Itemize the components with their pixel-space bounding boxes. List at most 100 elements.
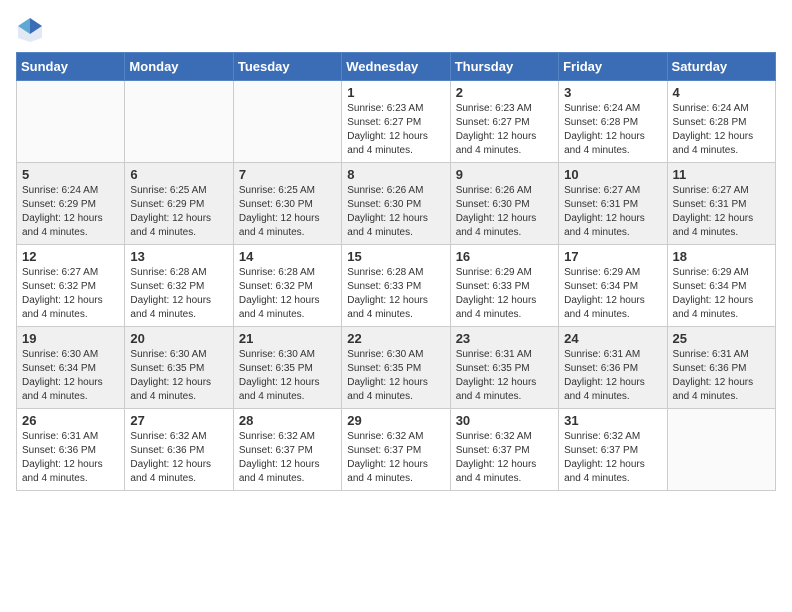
weekday-header-wednesday: Wednesday (342, 53, 450, 81)
day-number: 6 (130, 167, 227, 182)
day-info: Sunrise: 6:25 AM Sunset: 6:30 PM Dayligh… (239, 184, 336, 240)
day-number: 8 (347, 167, 444, 182)
calendar-cell: 18 Sunrise: 6:29 AM Sunset: 6:34 PM Dayli… (667, 245, 775, 327)
day-info: Sunrise: 6:29 AM Sunset: 6:33 PM Dayligh… (456, 266, 553, 322)
day-number: 26 (22, 413, 119, 428)
day-info: Sunrise: 6:28 AM Sunset: 6:33 PM Dayligh… (347, 266, 444, 322)
day-info: Sunrise: 6:32 AM Sunset: 6:37 PM Dayligh… (456, 430, 553, 486)
day-info: Sunrise: 6:31 AM Sunset: 6:35 PM Dayligh… (456, 348, 553, 404)
calendar-cell: 30 Sunrise: 6:32 AM Sunset: 6:37 PM Dayli… (450, 409, 558, 491)
day-number: 23 (456, 331, 553, 346)
day-info: Sunrise: 6:29 AM Sunset: 6:34 PM Dayligh… (564, 266, 661, 322)
day-info: Sunrise: 6:27 AM Sunset: 6:31 PM Dayligh… (564, 184, 661, 240)
calendar-cell: 22Sunrise: 6:30 AM Sunset: 6:35 PM Dayli… (342, 327, 450, 409)
calendar-cell: 1 Sunrise: 6:23 AM Sunset: 6:27 PM Daylig… (342, 81, 450, 163)
day-info: Sunrise: 6:27 AM Sunset: 6:32 PM Dayligh… (22, 266, 119, 322)
calendar-week-3: 12 Sunrise: 6:27 AM Sunset: 6:32 PM Dayli… (17, 245, 776, 327)
day-number: 24 (564, 331, 661, 346)
day-number: 17 (564, 249, 661, 264)
day-info: Sunrise: 6:24 AM Sunset: 6:29 PM Dayligh… (22, 184, 119, 240)
calendar-cell: 12 Sunrise: 6:27 AM Sunset: 6:32 PM Dayli… (17, 245, 125, 327)
day-info: Sunrise: 6:23 AM Sunset: 6:27 PM Dayligh… (347, 102, 444, 158)
weekday-header-row: SundayMondayTuesdayWednesdayThursdayFrid… (17, 53, 776, 81)
calendar-week-1: 1 Sunrise: 6:23 AM Sunset: 6:27 PM Daylig… (17, 81, 776, 163)
calendar-week-2: 5 Sunrise: 6:24 AM Sunset: 6:29 PM Daylig… (17, 163, 776, 245)
weekday-header-friday: Friday (559, 53, 667, 81)
day-number: 28 (239, 413, 336, 428)
day-number: 20 (130, 331, 227, 346)
calendar-cell: 17 Sunrise: 6:29 AM Sunset: 6:34 PM Dayli… (559, 245, 667, 327)
day-info: Sunrise: 6:32 AM Sunset: 6:37 PM Dayligh… (347, 430, 444, 486)
day-number: 25 (673, 331, 770, 346)
calendar-cell: 7 Sunrise: 6:25 AM Sunset: 6:30 PM Daylig… (233, 163, 341, 245)
day-number: 16 (456, 249, 553, 264)
day-number: 10 (564, 167, 661, 182)
day-info: Sunrise: 6:26 AM Sunset: 6:30 PM Dayligh… (456, 184, 553, 240)
calendar-cell: 3 Sunrise: 6:24 AM Sunset: 6:28 PM Daylig… (559, 81, 667, 163)
day-number: 21 (239, 331, 336, 346)
calendar-cell: 25Sunrise: 6:31 AM Sunset: 6:36 PM Dayli… (667, 327, 775, 409)
day-info: Sunrise: 6:25 AM Sunset: 6:29 PM Dayligh… (130, 184, 227, 240)
calendar-cell: 29 Sunrise: 6:32 AM Sunset: 6:37 PM Dayli… (342, 409, 450, 491)
calendar-cell: 4 Sunrise: 6:24 AM Sunset: 6:28 PM Daylig… (667, 81, 775, 163)
day-info: Sunrise: 6:29 AM Sunset: 6:34 PM Dayligh… (673, 266, 770, 322)
calendar-week-4: 19Sunrise: 6:30 AM Sunset: 6:34 PM Dayli… (17, 327, 776, 409)
calendar-cell: 20Sunrise: 6:30 AM Sunset: 6:35 PM Dayli… (125, 327, 233, 409)
calendar-cell: 9 Sunrise: 6:26 AM Sunset: 6:30 PM Daylig… (450, 163, 558, 245)
calendar-cell: 24Sunrise: 6:31 AM Sunset: 6:36 PM Dayli… (559, 327, 667, 409)
day-number: 9 (456, 167, 553, 182)
day-number: 1 (347, 85, 444, 100)
day-info: Sunrise: 6:24 AM Sunset: 6:28 PM Dayligh… (673, 102, 770, 158)
calendar-cell (17, 81, 125, 163)
day-info: Sunrise: 6:24 AM Sunset: 6:28 PM Dayligh… (564, 102, 661, 158)
calendar-cell: 13 Sunrise: 6:28 AM Sunset: 6:32 PM Dayli… (125, 245, 233, 327)
day-info: Sunrise: 6:32 AM Sunset: 6:37 PM Dayligh… (564, 430, 661, 486)
day-number: 31 (564, 413, 661, 428)
day-number: 12 (22, 249, 119, 264)
weekday-header-monday: Monday (125, 53, 233, 81)
day-number: 3 (564, 85, 661, 100)
day-number: 18 (673, 249, 770, 264)
weekday-header-saturday: Saturday (667, 53, 775, 81)
day-number: 27 (130, 413, 227, 428)
calendar-cell: 11 Sunrise: 6:27 AM Sunset: 6:31 PM Dayli… (667, 163, 775, 245)
calendar-table: SundayMondayTuesdayWednesdayThursdayFrid… (16, 52, 776, 491)
page-header (16, 16, 776, 44)
day-number: 13 (130, 249, 227, 264)
calendar-cell: 21Sunrise: 6:30 AM Sunset: 6:35 PM Dayli… (233, 327, 341, 409)
day-number: 4 (673, 85, 770, 100)
day-number: 14 (239, 249, 336, 264)
day-info: Sunrise: 6:28 AM Sunset: 6:32 PM Dayligh… (130, 266, 227, 322)
calendar-cell: 10 Sunrise: 6:27 AM Sunset: 6:31 PM Dayli… (559, 163, 667, 245)
calendar-cell: 23 Sunrise: 6:31 AM Sunset: 6:35 PM Dayli… (450, 327, 558, 409)
day-info: Sunrise: 6:32 AM Sunset: 6:37 PM Dayligh… (239, 430, 336, 486)
calendar-cell: 27 Sunrise: 6:32 AM Sunset: 6:36 PM Dayli… (125, 409, 233, 491)
day-number: 5 (22, 167, 119, 182)
day-info: Sunrise: 6:31 AM Sunset: 6:36 PM Dayligh… (22, 430, 119, 486)
calendar-cell: 26 Sunrise: 6:31 AM Sunset: 6:36 PM Dayli… (17, 409, 125, 491)
day-number: 30 (456, 413, 553, 428)
calendar-cell (233, 81, 341, 163)
day-number: 19 (22, 331, 119, 346)
day-number: 15 (347, 249, 444, 264)
day-info: Sunrise: 6:28 AM Sunset: 6:32 PM Dayligh… (239, 266, 336, 322)
calendar-cell (125, 81, 233, 163)
calendar-cell: 14 Sunrise: 6:28 AM Sunset: 6:32 PM Dayli… (233, 245, 341, 327)
weekday-header-thursday: Thursday (450, 53, 558, 81)
day-info: Sunrise: 6:32 AM Sunset: 6:36 PM Dayligh… (130, 430, 227, 486)
day-number: 29 (347, 413, 444, 428)
calendar-cell: 5 Sunrise: 6:24 AM Sunset: 6:29 PM Daylig… (17, 163, 125, 245)
calendar-cell: 15 Sunrise: 6:28 AM Sunset: 6:33 PM Dayli… (342, 245, 450, 327)
logo-icon (16, 16, 44, 44)
day-number: 2 (456, 85, 553, 100)
day-number: 11 (673, 167, 770, 182)
day-number: 7 (239, 167, 336, 182)
weekday-header-tuesday: Tuesday (233, 53, 341, 81)
day-info: Sunrise: 6:26 AM Sunset: 6:30 PM Dayligh… (347, 184, 444, 240)
day-number: 22 (347, 331, 444, 346)
calendar-cell: 16 Sunrise: 6:29 AM Sunset: 6:33 PM Dayli… (450, 245, 558, 327)
day-info: Sunrise: 6:27 AM Sunset: 6:31 PM Dayligh… (673, 184, 770, 240)
calendar-cell: 31 Sunrise: 6:32 AM Sunset: 6:37 PM Dayli… (559, 409, 667, 491)
calendar-cell: 2Sunrise: 6:23 AM Sunset: 6:27 PM Daylig… (450, 81, 558, 163)
logo (16, 16, 52, 44)
